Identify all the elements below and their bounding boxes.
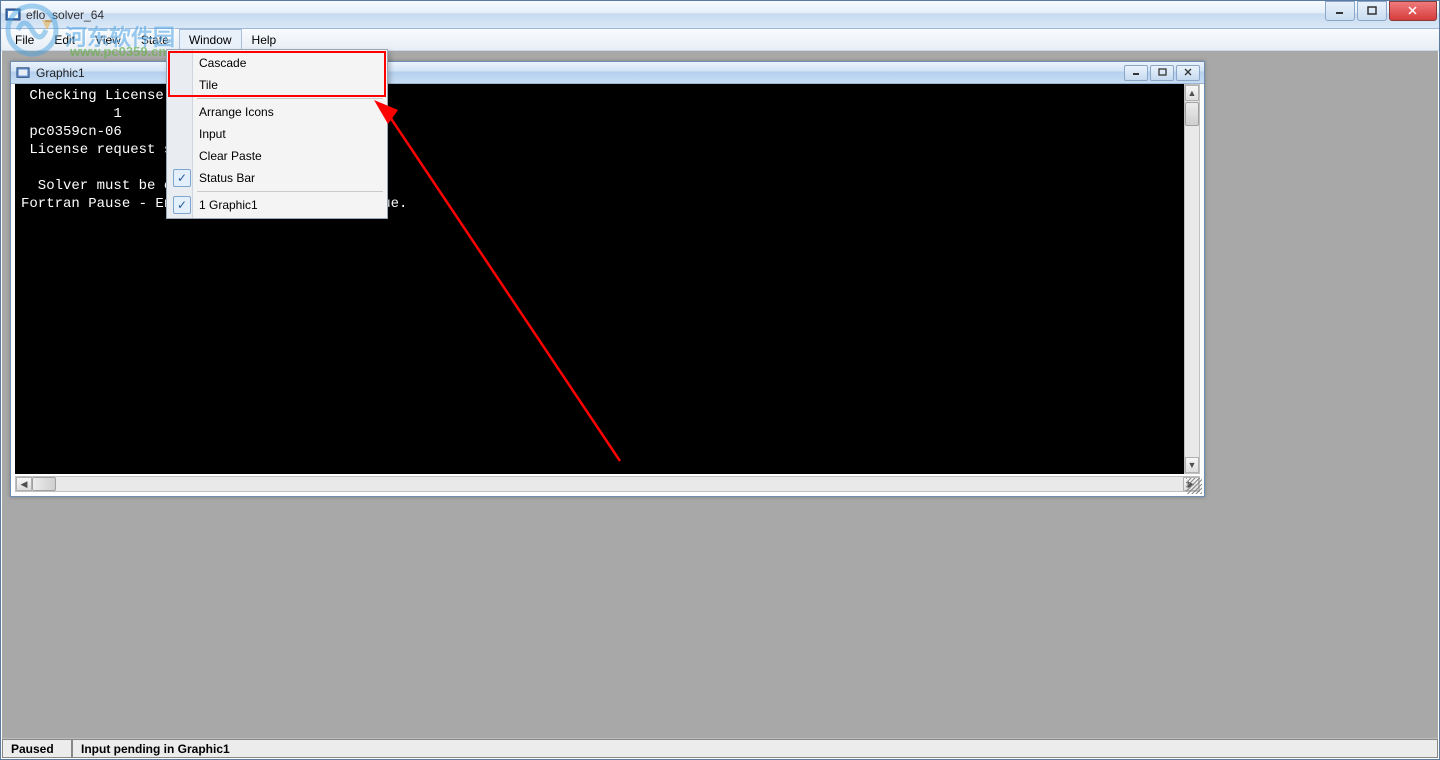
scroll-up-button[interactable]: ▲ — [1185, 85, 1199, 101]
menu-state[interactable]: State — [131, 29, 179, 50]
maximize-button[interactable] — [1357, 1, 1387, 21]
scroll-down-button[interactable]: ▼ — [1185, 457, 1199, 473]
menu-separator — [197, 98, 383, 99]
horizontal-scroll-thumb[interactable] — [32, 477, 56, 491]
statusbar: Paused Input pending in Graphic1 — [2, 738, 1438, 758]
menu-item-arrange-icons[interactable]: Arrange Icons — [169, 101, 385, 123]
menu-item-status-bar[interactable]: ✓ Status Bar — [169, 167, 385, 189]
child-maximize-button[interactable] — [1150, 65, 1174, 81]
menu-item-tile[interactable]: Tile — [169, 74, 385, 96]
menu-item-label: 1 Graphic1 — [199, 198, 258, 212]
menu-item-label: Tile — [199, 78, 218, 92]
menu-edit[interactable]: Edit — [44, 29, 85, 50]
close-button[interactable] — [1389, 1, 1437, 21]
menu-item-1-graphic1[interactable]: ✓ 1 Graphic1 — [169, 194, 385, 216]
window-menu-dropdown: Cascade Tile Arrange Icons Input Clear Paste… — [166, 49, 388, 219]
menu-item-label: Input — [199, 127, 226, 141]
minimize-button[interactable] — [1325, 1, 1355, 21]
menu-item-label: Clear Paste — [199, 149, 262, 163]
child-close-button[interactable] — [1176, 65, 1200, 81]
status-message: Input pending in Graphic1 — [72, 739, 1438, 758]
menu-file[interactable]: File — [5, 29, 44, 50]
menu-view[interactable]: View — [85, 29, 131, 50]
menu-item-label: Cascade — [199, 56, 246, 70]
size-grip[interactable] — [1186, 478, 1202, 494]
menu-item-cascade[interactable]: Cascade — [169, 52, 385, 74]
scroll-left-button[interactable]: ◀ — [16, 477, 32, 491]
child-window-icon — [15, 65, 31, 81]
titlebar[interactable]: eflo_solver_64 — [1, 1, 1439, 29]
status-state: Paused — [2, 739, 72, 758]
menu-item-label: Status Bar — [199, 171, 255, 185]
vertical-scrollbar[interactable]: ▲ ▼ — [1184, 84, 1200, 474]
menu-window[interactable]: Window — [179, 29, 242, 50]
menu-item-clear-paste[interactable]: Clear Paste — [169, 145, 385, 167]
vertical-scroll-thumb[interactable] — [1185, 102, 1199, 126]
child-minimize-button[interactable] — [1124, 65, 1148, 81]
check-icon: ✓ — [173, 196, 191, 214]
window-title: eflo_solver_64 — [26, 8, 1435, 22]
menu-help[interactable]: Help — [242, 29, 287, 50]
menu-separator — [197, 191, 383, 192]
menu-item-label: Arrange Icons — [199, 105, 274, 119]
check-icon: ✓ — [173, 169, 191, 187]
menu-item-input[interactable]: Input — [169, 123, 385, 145]
menubar: FileEditViewStateWindowHelp — [1, 29, 1439, 51]
horizontal-scrollbar[interactable]: ◀ ▶ — [15, 476, 1200, 492]
app-icon — [5, 7, 21, 23]
